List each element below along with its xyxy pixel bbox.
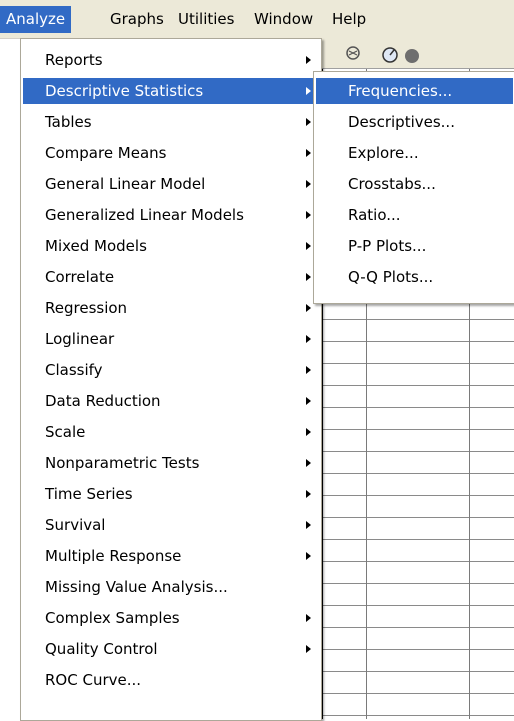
submenu-arrow-icon — [306, 366, 311, 374]
submenu-item-descriptives[interactable]: Descriptives... — [316, 109, 513, 135]
menu-item-tables[interactable]: Tables — [23, 109, 319, 135]
submenu-arrow-icon — [306, 614, 311, 622]
menu-item-label: Descriptives... — [348, 113, 455, 131]
submenu-arrow-icon — [306, 273, 311, 281]
submenu-arrow-icon — [306, 118, 311, 126]
menu-item-roc-curve[interactable]: ROC Curve... — [23, 667, 319, 693]
circle-icon[interactable] — [402, 44, 424, 68]
submenu-arrow-icon — [306, 521, 311, 529]
submenu-arrow-icon — [306, 645, 311, 653]
menu-item-loglinear[interactable]: Loglinear — [23, 326, 319, 352]
menu-window[interactable]: Window — [248, 6, 319, 33]
menu-item-reports[interactable]: Reports — [23, 47, 319, 73]
submenu-arrow-icon — [306, 242, 311, 250]
submenu-arrow-icon — [306, 335, 311, 343]
select-cases-icon[interactable] — [344, 44, 366, 68]
menu-bar: Analyze Graphs Utilities Window Help — [0, 0, 514, 39]
menu-item-label: Compare Means — [45, 144, 167, 162]
analyze-menu: Reports Descriptive Statistics Tables Co… — [20, 38, 322, 721]
submenu-item-pp-plots[interactable]: P-P Plots... — [316, 233, 513, 259]
menu-item-mixed-models[interactable]: Mixed Models — [23, 233, 319, 259]
menu-item-label: P-P Plots... — [348, 237, 427, 255]
submenu-item-ratio[interactable]: Ratio... — [316, 202, 513, 228]
menu-item-label: Crosstabs... — [348, 175, 436, 193]
menu-item-label: Nonparametric Tests — [45, 454, 200, 472]
submenu-arrow-icon — [306, 87, 311, 95]
submenu-item-explore[interactable]: Explore... — [316, 140, 513, 166]
menu-item-label: Explore... — [348, 144, 419, 162]
menu-item-scale[interactable]: Scale — [23, 419, 319, 445]
menu-item-survival[interactable]: Survival — [23, 512, 319, 538]
menu-item-quality-control[interactable]: Quality Control — [23, 636, 319, 662]
menu-item-label: Quality Control — [45, 640, 158, 658]
submenu-arrow-icon — [306, 149, 311, 157]
menu-item-label: Classify — [45, 361, 103, 379]
submenu-item-qq-plots[interactable]: Q-Q Plots... — [316, 264, 513, 290]
menu-item-complex-samples[interactable]: Complex Samples — [23, 605, 319, 631]
submenu-item-crosstabs[interactable]: Crosstabs... — [316, 171, 513, 197]
menu-item-time-series[interactable]: Time Series — [23, 481, 319, 507]
menu-item-label: Loglinear — [45, 330, 115, 348]
menu-item-label: Q-Q Plots... — [348, 268, 434, 286]
menu-item-label: Descriptive Statistics — [45, 82, 204, 100]
menu-item-multiple-response[interactable]: Multiple Response — [23, 543, 319, 569]
menu-item-correlate[interactable]: Correlate — [23, 264, 319, 290]
menu-analyze[interactable]: Analyze — [0, 6, 72, 33]
menu-item-descriptive-statistics[interactable]: Descriptive Statistics — [23, 78, 319, 104]
submenu-arrow-icon — [306, 304, 311, 312]
submenu-arrow-icon — [306, 56, 311, 64]
menu-item-label: Ratio... — [348, 206, 401, 224]
submenu-arrow-icon — [306, 459, 311, 467]
submenu-arrow-icon — [306, 211, 311, 219]
submenu-arrow-icon — [306, 552, 311, 560]
menu-item-data-reduction[interactable]: Data Reduction — [23, 388, 319, 414]
menu-item-label: Frequencies... — [348, 82, 453, 100]
menu-item-label: Multiple Response — [45, 547, 182, 565]
menu-graphs[interactable]: Graphs — [104, 6, 170, 33]
submenu-arrow-icon — [306, 428, 311, 436]
menu-item-label: Time Series — [45, 485, 133, 503]
menu-item-label: Correlate — [45, 268, 115, 286]
descriptive-statistics-submenu: Frequencies... Descriptives... Explore..… — [313, 71, 514, 304]
menu-item-label: ROC Curve... — [45, 671, 142, 689]
menu-item-nonparametric-tests[interactable]: Nonparametric Tests — [23, 450, 319, 476]
menu-item-label: Scale — [45, 423, 86, 441]
menu-item-regression[interactable]: Regression — [23, 295, 319, 321]
menu-item-label: Mixed Models — [45, 237, 147, 255]
menu-item-general-linear-model[interactable]: General Linear Model — [23, 171, 319, 197]
gauge-icon[interactable] — [380, 44, 402, 68]
menu-item-label: Data Reduction — [45, 392, 161, 410]
menu-utilities[interactable]: Utilities — [172, 6, 240, 33]
submenu-arrow-icon — [306, 397, 311, 405]
menu-item-label: Survival — [45, 516, 106, 534]
menu-help[interactable]: Help — [326, 6, 372, 33]
menu-item-label: Tables — [45, 113, 92, 131]
toolbar — [322, 38, 514, 69]
menu-item-label: Missing Value Analysis... — [45, 578, 228, 596]
submenu-item-frequencies[interactable]: Frequencies... — [316, 78, 513, 104]
submenu-arrow-icon — [306, 180, 311, 188]
menu-item-missing-value-analysis[interactable]: Missing Value Analysis... — [23, 574, 319, 600]
menu-item-generalized-linear-models[interactable]: Generalized Linear Models — [23, 202, 319, 228]
menu-item-label: Complex Samples — [45, 609, 180, 627]
menu-item-classify[interactable]: Classify — [23, 357, 319, 383]
menu-item-label: General Linear Model — [45, 175, 206, 193]
submenu-arrow-icon — [306, 490, 311, 498]
menu-item-compare-means[interactable]: Compare Means — [23, 140, 319, 166]
menu-item-label: Reports — [45, 51, 103, 69]
menu-item-label: Regression — [45, 299, 128, 317]
menu-item-label: Generalized Linear Models — [45, 206, 244, 224]
